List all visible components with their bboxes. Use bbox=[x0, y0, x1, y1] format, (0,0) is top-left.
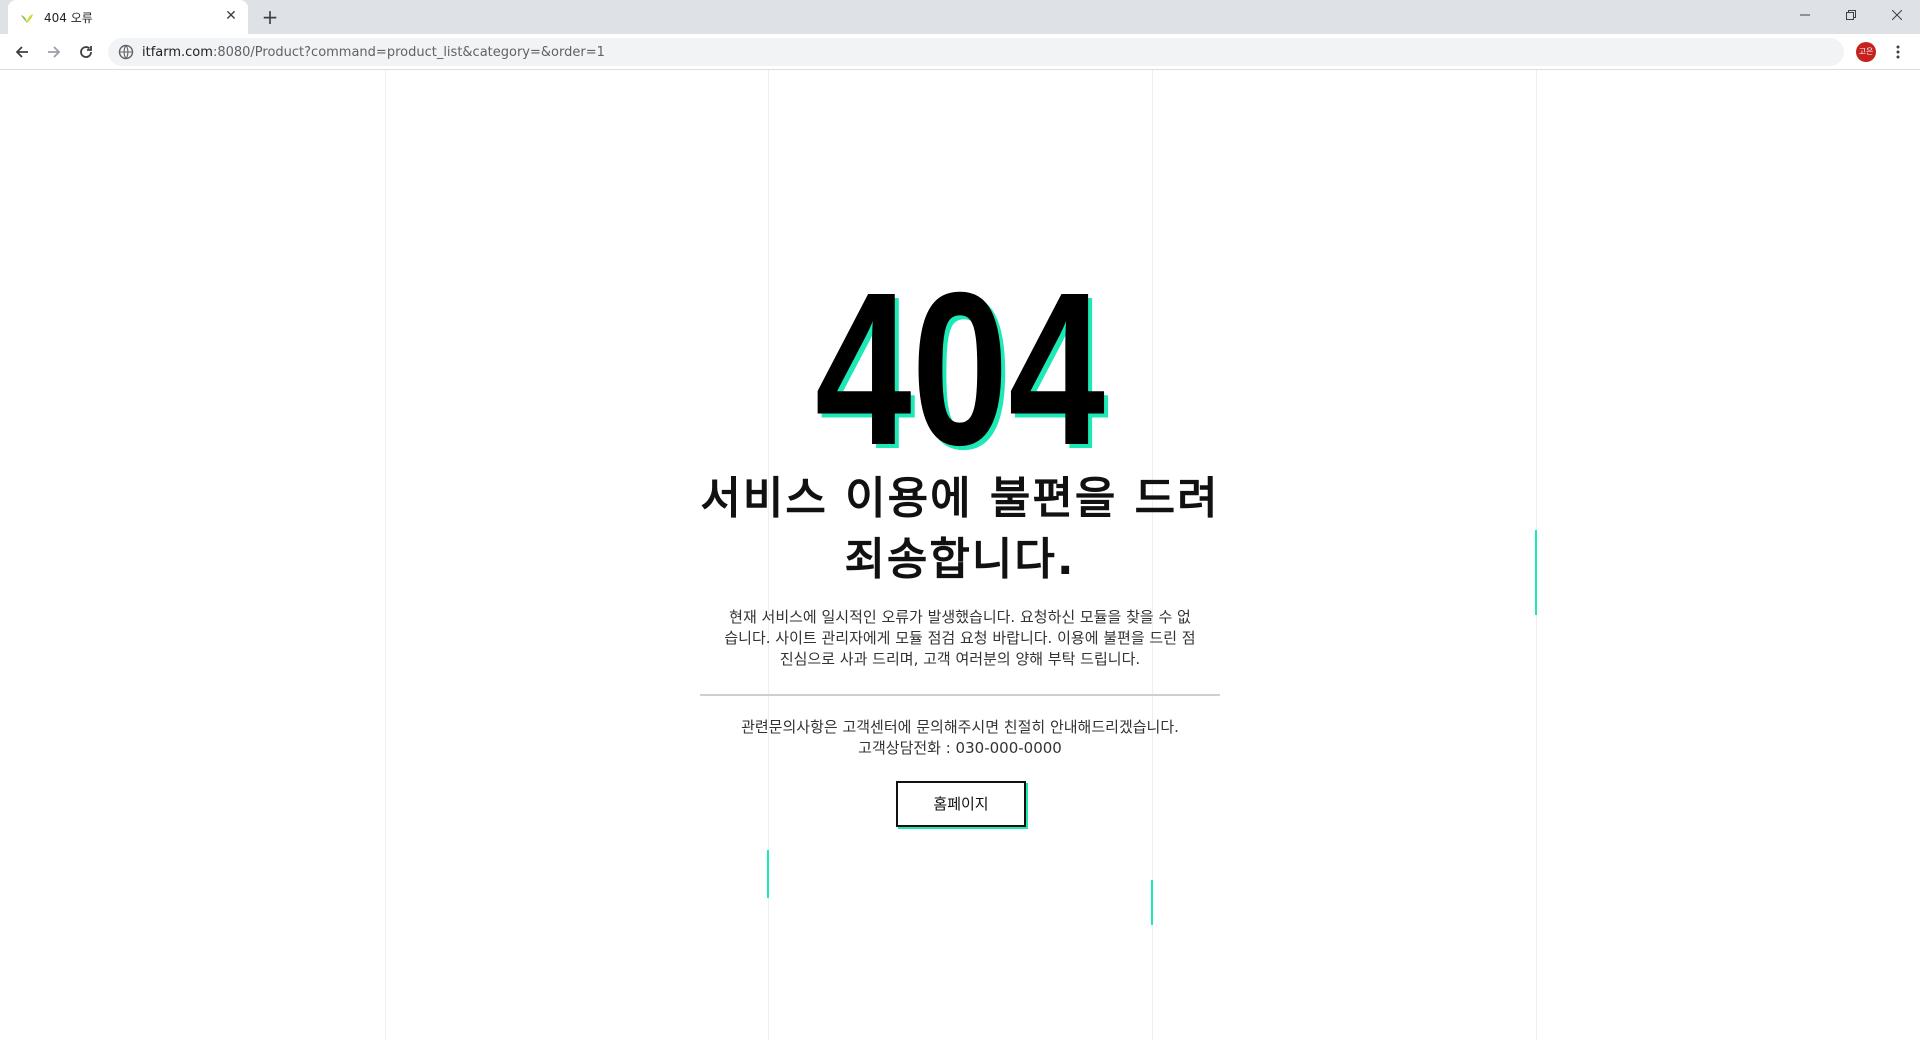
tab-close-icon[interactable]: ✕ bbox=[222, 7, 240, 25]
error-code: 404 404 bbox=[815, 270, 1109, 470]
divider bbox=[700, 694, 1220, 696]
reload-button[interactable] bbox=[72, 38, 100, 66]
profile-avatar[interactable]: 고은 bbox=[1856, 42, 1876, 62]
accent-line bbox=[767, 850, 769, 898]
browser-tab-active[interactable]: 404 오류 ✕ bbox=[8, 0, 248, 34]
browser-toolbar: itfarm.com:8080/Product?command=product_… bbox=[0, 34, 1920, 70]
homepage-button[interactable]: 홈페이지 bbox=[896, 781, 1026, 827]
reload-icon bbox=[80, 46, 92, 58]
url-text: itfarm.com:8080/Product?command=product_… bbox=[142, 45, 605, 60]
description-line: 진심으로 사과 드리며, 고객 여러분의 양해 부탁 드립니다. bbox=[779, 650, 1141, 668]
tab-strip: 404 오류 ✕ + bbox=[0, 0, 1920, 34]
headline-line-2: 죄송합니다. bbox=[844, 534, 1076, 585]
new-tab-button[interactable]: + bbox=[258, 5, 282, 29]
accent-line bbox=[1535, 530, 1537, 615]
back-button[interactable] bbox=[8, 38, 36, 66]
more-vert-icon bbox=[1896, 45, 1900, 59]
arrow-left-icon bbox=[15, 46, 28, 58]
description-line: 습니다. 사이트 관리자에게 모듈 점검 요청 바랍니다. 이용에 불편을 드린… bbox=[724, 629, 1196, 647]
arrow-right-icon bbox=[48, 46, 61, 58]
forward-button[interactable] bbox=[40, 38, 68, 66]
tab-title: 404 오류 bbox=[44, 11, 93, 25]
url-path: :8080/Product?command=product_list&categ… bbox=[212, 45, 605, 60]
accent-line bbox=[1151, 880, 1153, 925]
close-window-button[interactable] bbox=[1874, 0, 1920, 30]
restore-icon bbox=[1846, 10, 1856, 20]
background-grid-line bbox=[385, 70, 386, 1040]
site-info-icon[interactable] bbox=[118, 44, 134, 60]
phone-line: 고객상담전화 : 030-000-0000 bbox=[858, 739, 1062, 757]
url-host: itfarm.com bbox=[142, 45, 213, 60]
leaf-favicon-icon bbox=[21, 14, 33, 23]
page-headline: 서비스 이용에 불편을 드려 죄송합니다. bbox=[692, 468, 1228, 590]
contact-info: 관련문의사항은 고객센터에 문의해주시면 친절히 안내해드리겠습니다. 고객상담… bbox=[692, 717, 1228, 759]
close-icon bbox=[1892, 10, 1902, 20]
restore-window-button[interactable] bbox=[1828, 0, 1874, 30]
error-code-text: 404 bbox=[815, 270, 1105, 470]
minimize-window-button[interactable] bbox=[1782, 0, 1828, 30]
error-description: 현재 서비스에 일시적인 오류가 발생했습니다. 요청하신 모듈을 찾을 수 없… bbox=[698, 607, 1222, 670]
browser-menu-button[interactable] bbox=[1886, 38, 1910, 66]
headline-line-1: 서비스 이용에 불편을 드려 bbox=[700, 473, 1220, 524]
description-line: 현재 서비스에 일시적인 오류가 발생했습니다. 요청하신 모듈을 찾을 수 없 bbox=[729, 608, 1191, 626]
address-bar[interactable]: itfarm.com:8080/Product?command=product_… bbox=[108, 38, 1844, 66]
contact-line: 관련문의사항은 고객센터에 문의해주시면 친절히 안내해드리겠습니다. bbox=[741, 718, 1179, 736]
minimize-icon bbox=[1800, 14, 1810, 16]
page-viewport: 404 404 서비스 이용에 불편을 드려 죄송합니다. 현재 서비스에 일시… bbox=[0, 70, 1920, 1040]
